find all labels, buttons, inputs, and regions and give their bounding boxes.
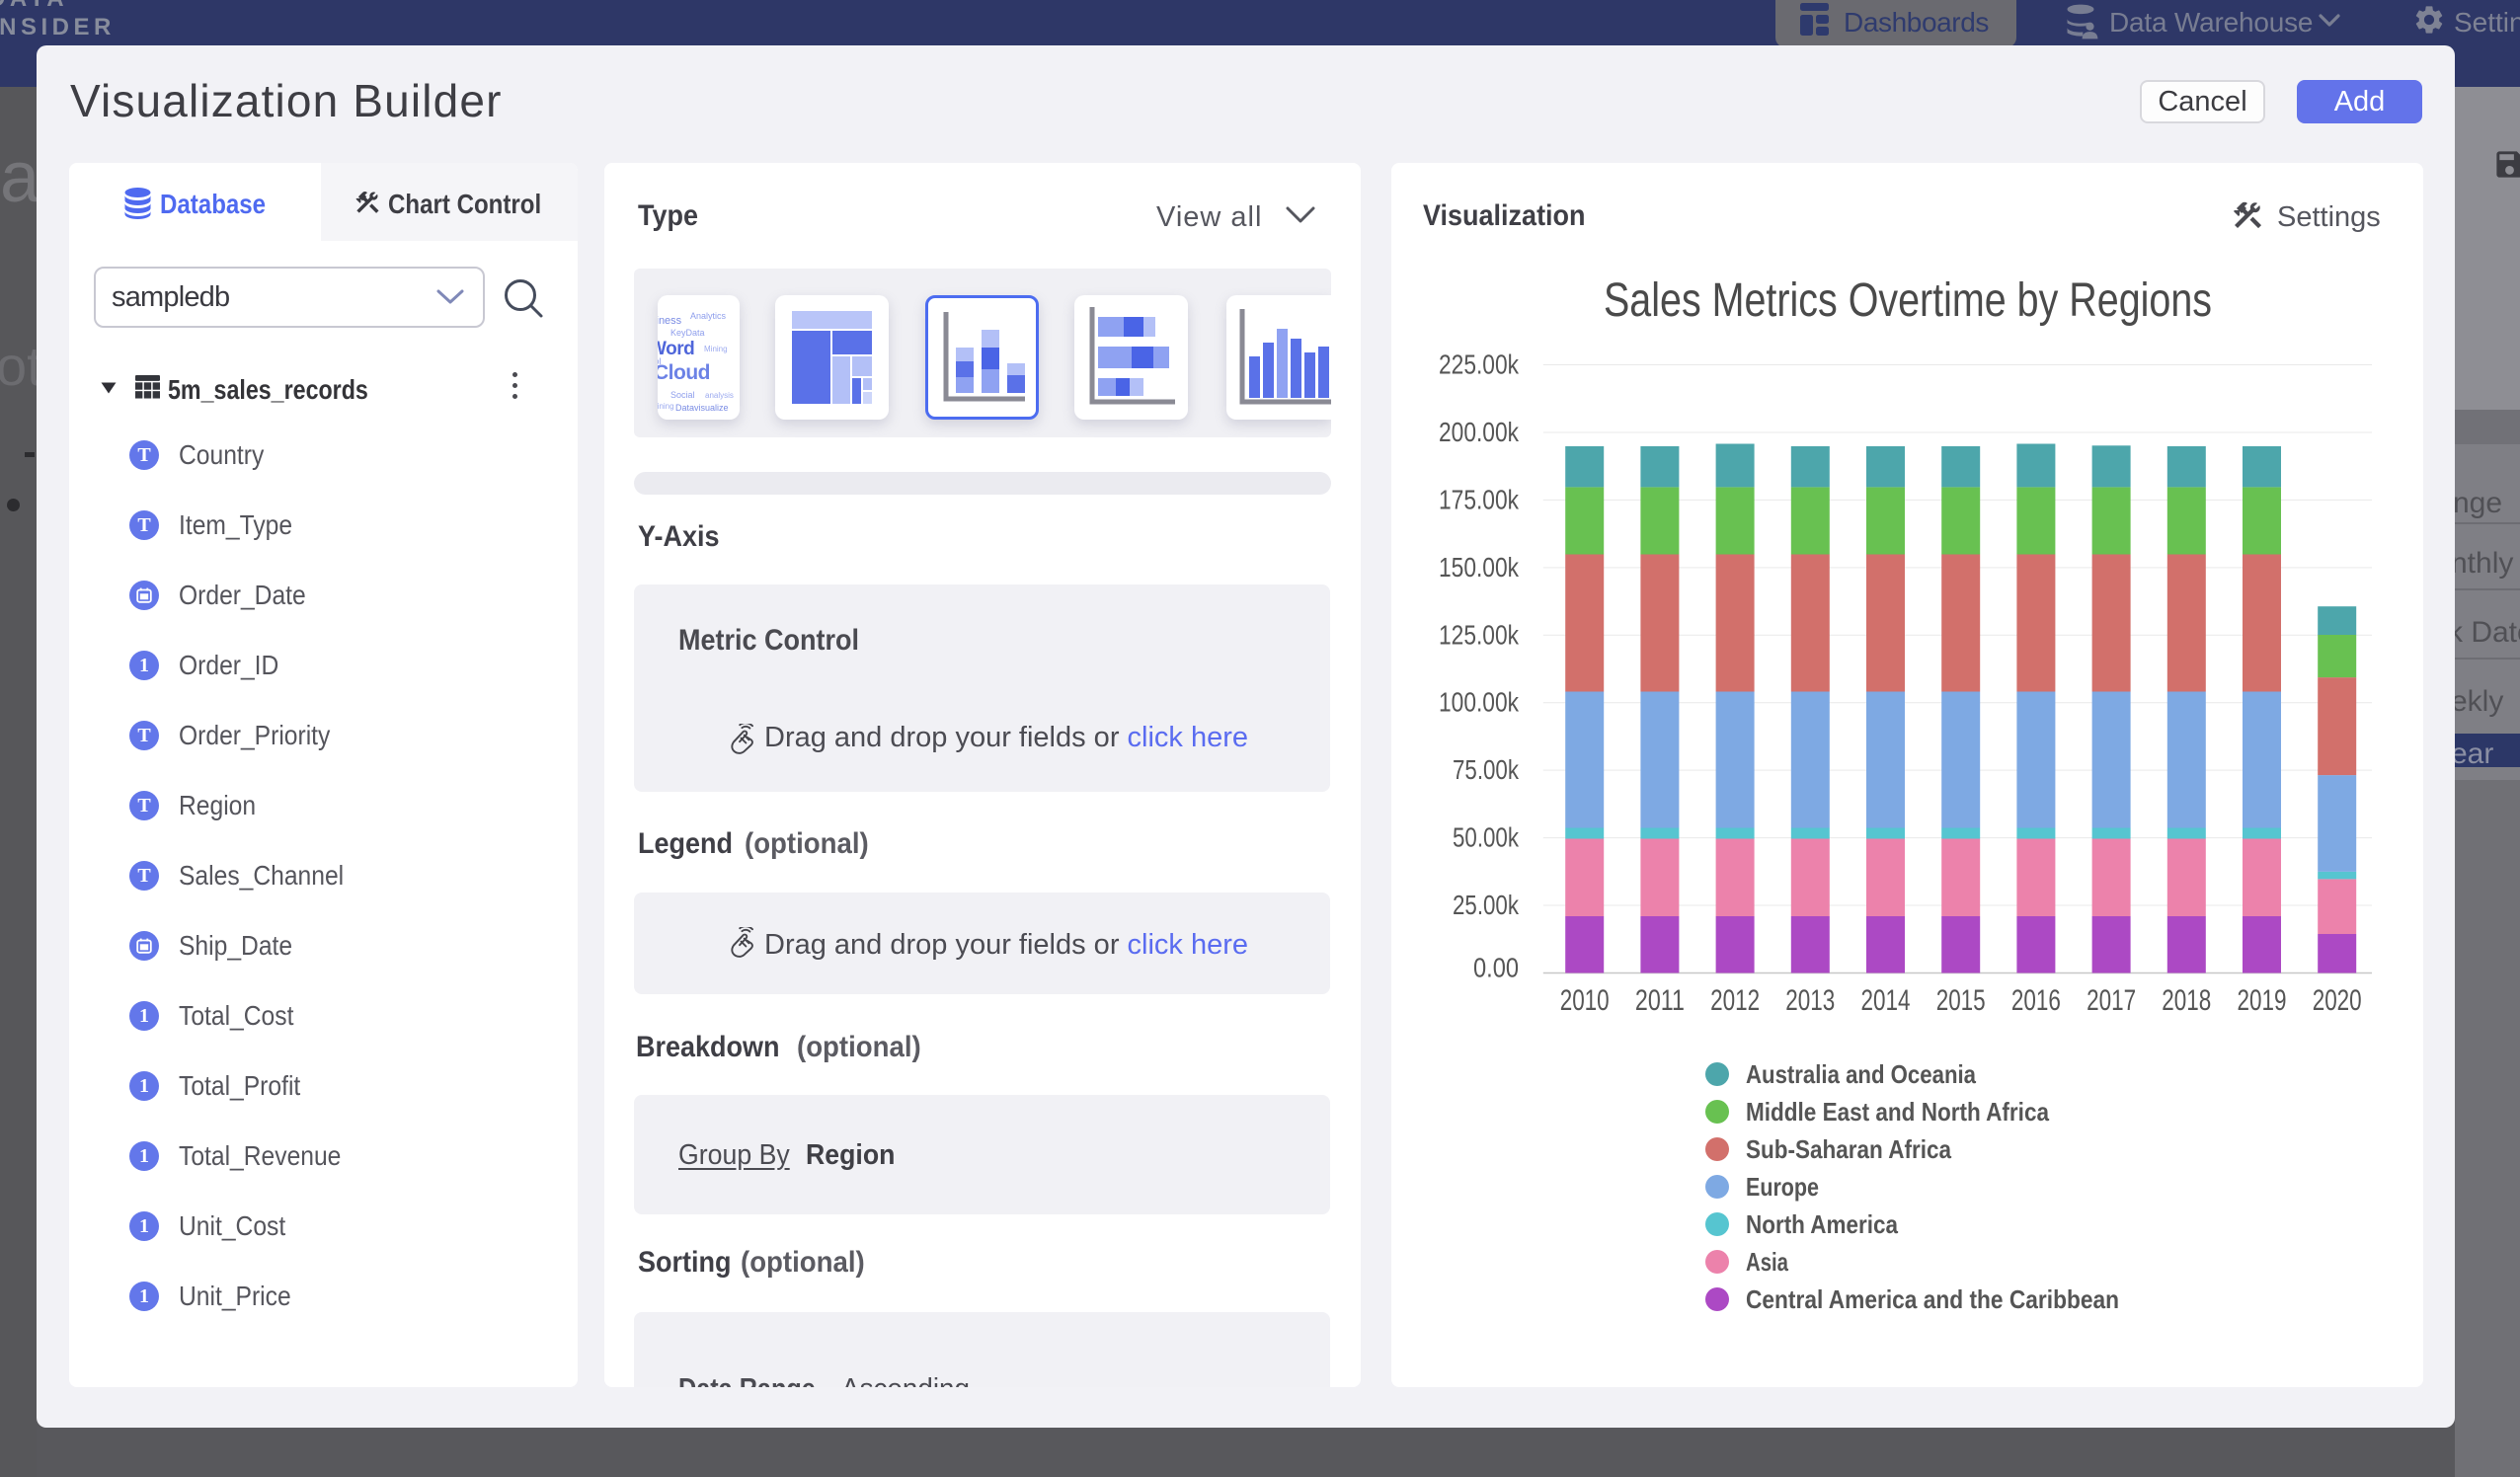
svg-text:2014: 2014 <box>1861 984 1911 1017</box>
svg-text:75.00k: 75.00k <box>1453 754 1520 785</box>
svg-text:Australia and Oceania: Australia and Oceania <box>1746 1059 1976 1089</box>
svg-text:2017: 2017 <box>2087 984 2136 1017</box>
svg-text:175.00k: 175.00k <box>1439 484 1520 514</box>
svg-text:Asia: Asia <box>1746 1247 1788 1277</box>
svg-text:Sales Metrics Overtime by Regi: Sales Metrics Overtime by Regions <box>1604 274 2212 327</box>
svg-text:Central America and the Caribb: Central America and the Caribbean <box>1746 1284 2119 1314</box>
svg-text:100.00k: 100.00k <box>1439 687 1520 718</box>
svg-text:2010: 2010 <box>1560 984 1610 1017</box>
svg-text:North America: North America <box>1746 1209 1898 1239</box>
svg-text:2019: 2019 <box>2238 984 2287 1017</box>
svg-text:225.00k: 225.00k <box>1439 350 1520 380</box>
svg-text:2018: 2018 <box>2162 984 2211 1017</box>
svg-text:150.00k: 150.00k <box>1439 552 1520 583</box>
svg-text:2020: 2020 <box>2313 984 2362 1017</box>
svg-text:2016: 2016 <box>2011 984 2061 1017</box>
svg-text:Europe: Europe <box>1746 1172 1819 1202</box>
svg-text:Middle East and North Africa: Middle East and North Africa <box>1746 1097 2049 1127</box>
svg-text:2013: 2013 <box>1785 984 1835 1017</box>
svg-text:50.00k: 50.00k <box>1453 822 1520 853</box>
svg-text:25.00k: 25.00k <box>1453 890 1520 920</box>
svg-text:2011: 2011 <box>1635 984 1685 1017</box>
svg-text:2012: 2012 <box>1710 984 1760 1017</box>
svg-text:200.00k: 200.00k <box>1439 417 1520 447</box>
svg-text:Sub-Saharan Africa: Sub-Saharan Africa <box>1746 1134 1951 1164</box>
svg-text:2015: 2015 <box>1936 984 1986 1017</box>
svg-text:125.00k: 125.00k <box>1439 619 1520 650</box>
svg-text:0.00: 0.00 <box>1473 952 1519 982</box>
